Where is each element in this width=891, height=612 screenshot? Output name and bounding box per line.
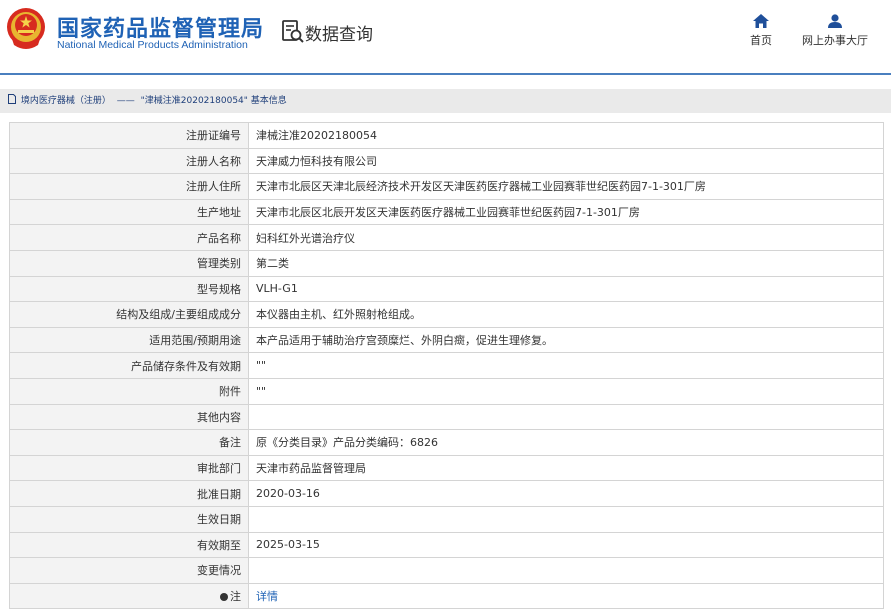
registration-detail-table: 注册证编号 津械注准20202180054 注册人名称 天津威力恒科技有限公司 注册人住…	[9, 122, 884, 610]
nav-online-office[interactable]: 网上办事大厅	[799, 14, 871, 48]
field-label: 附件	[9, 377, 249, 405]
table-row: 注册人住所 天津市北辰区天津北辰经济技术开发区天津医药医疗器械工业园赛菲世纪医药园…	[9, 173, 884, 200]
table-row: 型号规格 VLH-G1	[9, 275, 884, 303]
table-row: 变更情况	[9, 557, 884, 584]
breadcrumb: 境内医疗器械（注册） —— "津械注准20202180054" 基本信息	[0, 89, 891, 113]
note-value-cell: 详情	[248, 582, 884, 610]
field-label: 产品储存条件及有效期	[9, 352, 249, 379]
field-value: 本仪器由主机、红外照射枪组成。	[248, 301, 884, 328]
table-row: 产品名称 妇科红外光谱治疗仪	[9, 224, 884, 251]
table-row: 结构及组成/主要组成成分 本仪器由主机、红外照射枪组成。	[9, 301, 884, 328]
data-query-label: 数据查询	[305, 25, 373, 45]
data-query-icon	[282, 20, 304, 43]
table-row: 适用范围/预期用途 本产品适用于辅助治疗宫颈糜烂、外阴白癍，促进生理修复。	[9, 326, 884, 354]
header-divider	[0, 73, 891, 75]
table-row: 批准日期 2020-03-16	[9, 480, 884, 507]
table-row: 生产地址 天津市北辰区北辰开发区天津医药医疗器械工业园赛菲世纪医药园7-1-301…	[9, 198, 884, 226]
field-label: 管理类别	[9, 249, 249, 277]
site-subtitle: National Medical Products Administration	[57, 39, 248, 51]
field-value: 津械注准20202180054	[248, 122, 884, 149]
table-row: 备注 原《分类目录》产品分类编码：6826	[9, 429, 884, 456]
national-emblem-icon	[7, 8, 45, 49]
field-label: 批准日期	[9, 480, 249, 507]
field-value: 妇科红外光谱治疗仪	[248, 224, 884, 251]
field-value: 天津市药品监督管理局	[248, 454, 884, 482]
field-value	[248, 557, 884, 584]
table-row: 其他内容	[9, 403, 884, 431]
field-label: 变更情况	[9, 557, 249, 584]
field-label: 有效期至	[9, 531, 249, 559]
field-value: 第二类	[248, 249, 884, 277]
breadcrumb-section[interactable]: 境内医疗器械（注册）	[21, 89, 111, 113]
field-label: 型号规格	[9, 275, 249, 303]
field-value: 2025-03-15	[248, 531, 884, 559]
field-label: 适用范围/预期用途	[9, 326, 249, 354]
details-link[interactable]: 详情	[256, 590, 278, 603]
home-icon	[753, 14, 769, 28]
note-label: 注	[230, 589, 241, 603]
table-row: 有效期至 2025-03-15	[9, 531, 884, 559]
field-value: VLH-G1	[248, 275, 884, 303]
bullet-icon	[220, 592, 228, 601]
field-label: 生效日期	[9, 505, 249, 533]
table-row: 注册人名称 天津威力恒科技有限公司	[9, 147, 884, 175]
user-icon	[828, 14, 842, 28]
table-row: 注册证编号 津械注准20202180054	[9, 122, 884, 149]
field-label: 结构及组成/主要组成成分	[9, 301, 249, 328]
table-row-note: 注 详情	[9, 582, 884, 610]
field-label: 备注	[9, 429, 249, 456]
field-value: 天津市北辰区天津北辰经济技术开发区天津医药医疗器械工业园赛菲世纪医药园7-1-3…	[248, 173, 884, 200]
field-value: 天津威力恒科技有限公司	[248, 147, 884, 175]
breadcrumb-separator: ——	[116, 96, 135, 106]
table-row: 管理类别 第二类	[9, 249, 884, 277]
nav-online-office-label: 网上办事大厅	[802, 34, 868, 47]
table-row: 生效日期	[9, 505, 884, 533]
field-value: 2020-03-16	[248, 480, 884, 507]
field-label: 注册人住所	[9, 173, 249, 200]
field-label: 生产地址	[9, 198, 249, 226]
field-label: 注册证编号	[9, 122, 249, 149]
field-value	[248, 505, 884, 533]
site-header: 国家药品监督管理局 National Medical Products Admi…	[0, 0, 891, 72]
breadcrumb-current: "津械注准20202180054" 基本信息	[140, 96, 287, 106]
field-value: ""	[248, 352, 884, 379]
field-label: 产品名称	[9, 224, 249, 251]
table-row: 审批部门 天津市药品监督管理局	[9, 454, 884, 482]
field-value: 本产品适用于辅助治疗宫颈糜烂、外阴白癍，促进生理修复。	[248, 326, 884, 354]
field-value: 原《分类目录》产品分类编码：6826	[248, 429, 884, 456]
note-label-cell: 注	[9, 582, 249, 610]
nav-home-label: 首页	[750, 34, 772, 47]
table-row: 附件 ""	[9, 377, 884, 405]
table-row: 产品储存条件及有效期 ""	[9, 352, 884, 379]
field-label: 注册人名称	[9, 147, 249, 175]
field-label: 其他内容	[9, 403, 249, 431]
field-value	[248, 403, 884, 431]
field-value: ""	[248, 377, 884, 405]
document-icon	[8, 93, 16, 104]
field-label: 审批部门	[9, 454, 249, 482]
field-value: 天津市北辰区北辰开发区天津医药医疗器械工业园赛菲世纪医药园7-1-301厂房	[248, 198, 884, 226]
nav-home[interactable]: 首页	[746, 14, 776, 48]
